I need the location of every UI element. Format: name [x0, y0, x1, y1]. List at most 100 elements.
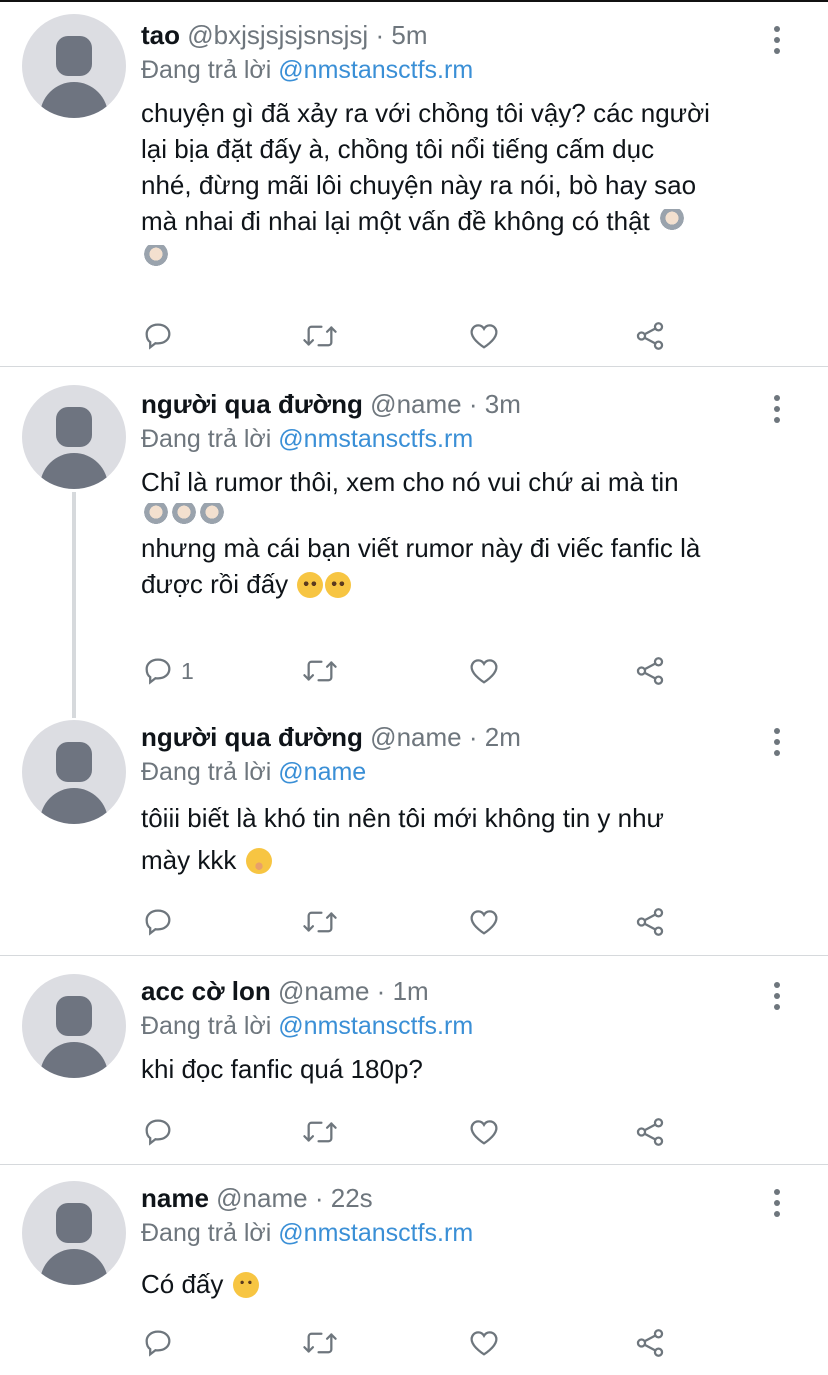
- reply-to-link[interactable]: @nmstansctfs.rm: [278, 1219, 473, 1247]
- timestamp[interactable]: 22s: [331, 1183, 373, 1213]
- share-button[interactable]: [633, 318, 667, 354]
- avatar[interactable]: [22, 14, 126, 118]
- comment-icon: [145, 323, 171, 350]
- reply-button[interactable]: [141, 904, 175, 940]
- retweet-icon: [303, 911, 337, 933]
- retweet-button[interactable]: [301, 1114, 339, 1150]
- share-icon: [636, 908, 664, 936]
- replying-to: Đang trả lời @nmstansctfs.rm: [141, 425, 474, 453]
- reply-button[interactable]: [141, 318, 175, 354]
- tweet-text: tôiii biết là khó tin nên tôi mới không …: [141, 803, 664, 875]
- user-handle[interactable]: @name: [216, 1183, 307, 1213]
- tweet-3[interactable]: người qua đường @name · 2m Đang trả lời …: [0, 702, 828, 954]
- share-button[interactable]: [633, 1114, 667, 1150]
- like-button[interactable]: [467, 904, 501, 940]
- tweet-2[interactable]: người qua đường @name · 3m Đang trả lời …: [0, 367, 828, 702]
- retweet-icon: [303, 660, 337, 682]
- face-with-hand-over-mouth-emoji: [245, 848, 272, 874]
- tweet-4[interactable]: acc cờ lon @name · 1m Đang trả lời @nmst…: [0, 956, 828, 1164]
- replying-to: Đang trả lời @nmstansctfs.rm: [141, 1219, 474, 1247]
- heart-icon: [470, 910, 498, 935]
- share-icon: [636, 1118, 664, 1146]
- comment-icon: [145, 658, 171, 685]
- retweet-button[interactable]: [301, 904, 339, 940]
- avatar[interactable]: [22, 720, 126, 824]
- tweet-text: chuyện gì đã xảy ra với chồng tôi vậy? c…: [141, 95, 791, 275]
- timestamp[interactable]: 3m: [485, 389, 521, 419]
- timestamp[interactable]: 2m: [485, 722, 521, 752]
- like-button[interactable]: [467, 1325, 501, 1361]
- tweet-actions: [141, 1114, 781, 1150]
- tweet-header: người qua đường @name · 3m: [141, 389, 521, 419]
- reply-to-link[interactable]: @nmstansctfs.rm: [278, 56, 473, 84]
- timestamp[interactable]: 5m: [391, 20, 427, 50]
- heart-icon: [470, 324, 498, 349]
- avatar[interactable]: [22, 974, 126, 1078]
- more-vertical-icon[interactable]: [772, 1189, 782, 1222]
- timestamp[interactable]: 1m: [393, 976, 429, 1006]
- pleading-face-emoji: [297, 572, 324, 598]
- person-shrugging-emoji: [199, 503, 225, 529]
- comment-icon: [145, 1119, 171, 1146]
- display-name[interactable]: name: [141, 1183, 209, 1213]
- replying-to: Đang trả lời @nmstansctfs.rm: [141, 1012, 474, 1040]
- tweet-header: acc cờ lon @name · 1m: [141, 976, 429, 1006]
- share-button[interactable]: [633, 653, 667, 689]
- tweet-actions: [141, 1325, 781, 1361]
- retweet-icon: [303, 325, 337, 347]
- tweet-header: name @name · 22s: [141, 1183, 373, 1213]
- like-button[interactable]: [467, 653, 501, 689]
- display-name[interactable]: người qua đường: [141, 722, 363, 752]
- reply-to-link[interactable]: @nmstansctfs.rm: [278, 1012, 473, 1040]
- more-vertical-icon[interactable]: [772, 26, 782, 59]
- person-shrugging-emoji: [659, 209, 685, 235]
- like-button[interactable]: [467, 318, 501, 354]
- display-name[interactable]: acc cờ lon: [141, 976, 271, 1006]
- user-handle[interactable]: @name: [370, 722, 461, 752]
- tweet-text: Có đấy: [141, 1266, 791, 1302]
- reply-to-link[interactable]: @name: [278, 758, 366, 786]
- share-button[interactable]: [633, 904, 667, 940]
- person-shrugging-emoji: [171, 503, 197, 529]
- replying-to: Đang trả lời @name: [141, 758, 367, 786]
- retweet-button[interactable]: [301, 1325, 339, 1361]
- person-shrugging-emoji: [143, 245, 169, 271]
- tweet-5[interactable]: name @name · 22s Đang trả lời @nmstansct…: [0, 1165, 828, 1375]
- tweet-actions: [141, 904, 781, 940]
- reply-button[interactable]: 1: [141, 653, 194, 689]
- share-button[interactable]: [633, 1325, 667, 1361]
- heart-icon: [470, 1331, 498, 1356]
- pleading-face-emoji: [325, 572, 352, 598]
- comment-icon: [145, 1330, 171, 1357]
- retweet-icon: [303, 1121, 337, 1143]
- heart-icon: [470, 1120, 498, 1145]
- reply-button[interactable]: [141, 1325, 175, 1361]
- more-vertical-icon[interactable]: [772, 395, 782, 428]
- retweet-button[interactable]: [301, 653, 339, 689]
- share-icon: [636, 1329, 664, 1357]
- avatar[interactable]: [22, 385, 126, 489]
- display-name[interactable]: tao: [141, 20, 180, 50]
- more-vertical-icon[interactable]: [772, 982, 782, 1015]
- more-vertical-icon[interactable]: [772, 728, 782, 761]
- like-button[interactable]: [467, 1114, 501, 1150]
- display-name[interactable]: người qua đường: [141, 389, 363, 419]
- tweet-1[interactable]: tao @bxjsjsjsjsnsjsj · 5m Đang trả lời @…: [0, 2, 828, 366]
- reply-to-link[interactable]: @nmstansctfs.rm: [278, 425, 473, 453]
- share-icon: [636, 657, 664, 685]
- reply-count: 1: [181, 657, 194, 684]
- tweet-actions: [141, 318, 781, 354]
- tweet-header: tao @bxjsjsjsjsnsjsj · 5m: [141, 20, 428, 50]
- reply-button[interactable]: [141, 1114, 175, 1150]
- user-handle[interactable]: @name: [278, 976, 369, 1006]
- person-shrugging-emoji: [143, 503, 169, 529]
- retweet-icon: [303, 1332, 337, 1354]
- tweet-text: Chỉ là rumor thôi, xem cho nó vui chứ ai…: [141, 467, 701, 599]
- replying-to: Đang trả lời @nmstansctfs.rm: [141, 56, 474, 84]
- retweet-button[interactable]: [301, 318, 339, 354]
- avatar[interactable]: [22, 1181, 126, 1285]
- user-handle[interactable]: @bxjsjsjsjsnsjsj: [187, 20, 368, 50]
- user-handle[interactable]: @name: [370, 389, 461, 419]
- heart-icon: [470, 659, 498, 684]
- share-icon: [636, 322, 664, 350]
